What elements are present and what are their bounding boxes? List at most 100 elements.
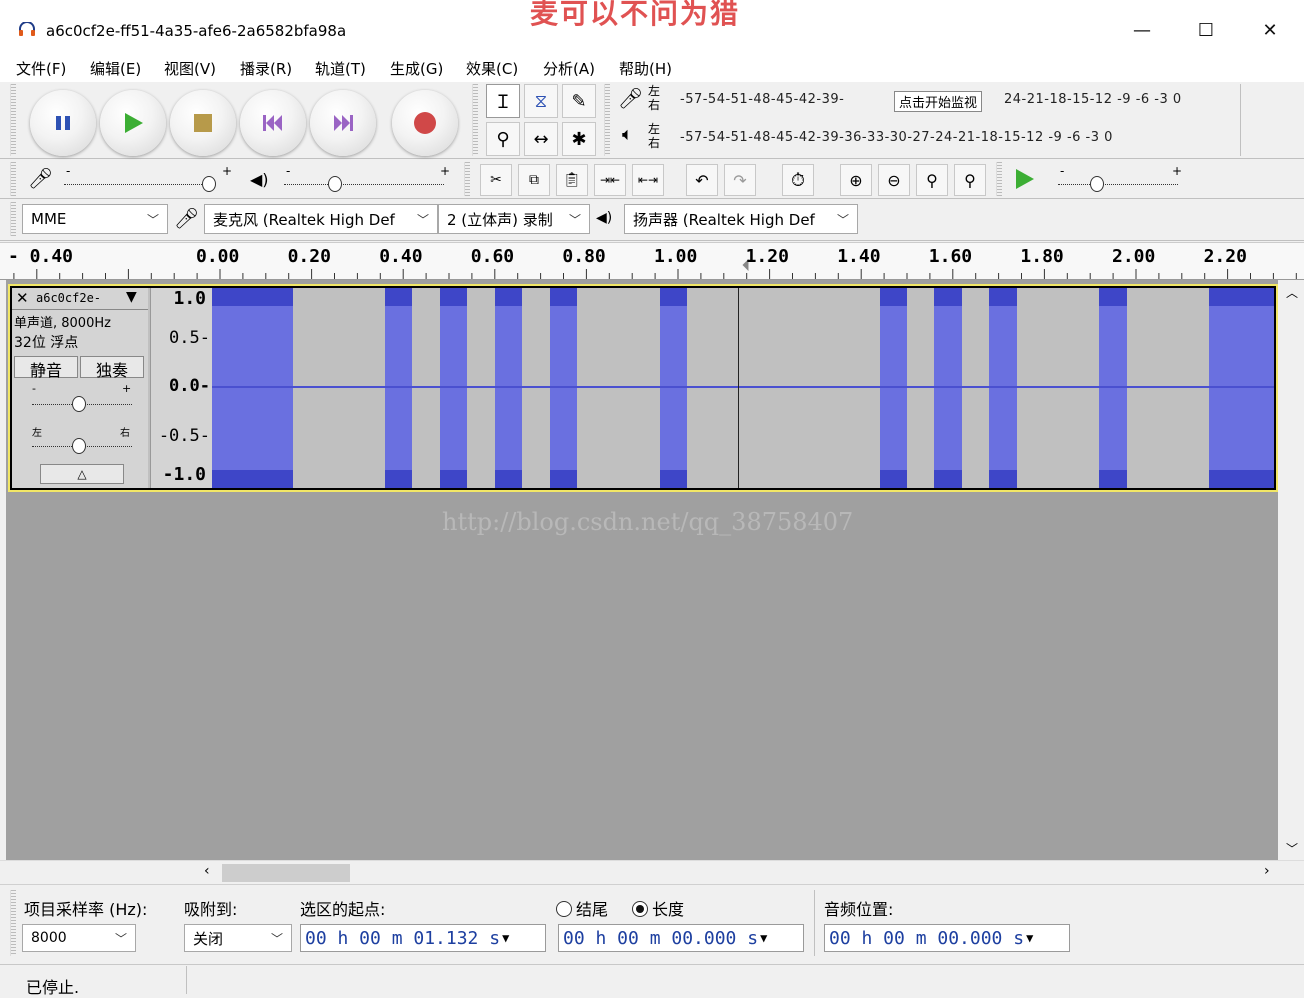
menu-tracks[interactable]: 轨道(T): [315, 58, 366, 79]
time-shift-tool[interactable]: ↔: [524, 122, 558, 156]
multi-tool[interactable]: ✱: [562, 122, 596, 156]
trim-button[interactable]: ⇥⇤: [594, 164, 626, 196]
paste-button[interactable]: 📋︎: [556, 164, 588, 196]
scale-label-bottom: -1.0: [162, 464, 206, 485]
minimize-button[interactable]: —: [1122, 12, 1162, 48]
scissors-icon: ✂: [490, 172, 502, 188]
audio-position-time[interactable]: 00 h 00 m 00.000 s ▼: [824, 924, 1070, 952]
skip-end-icon: [334, 115, 353, 131]
zoom-out-button[interactable]: ⊖: [878, 164, 910, 196]
zoom-in-button[interactable]: ⊕: [840, 164, 872, 196]
cut-button[interactable]: ✂: [480, 164, 512, 196]
sync-lock-button[interactable]: ⏱: [782, 164, 814, 196]
solo-button[interactable]: 独奏: [80, 356, 144, 380]
waveform-burst: [1209, 288, 1274, 488]
horizontal-scrollbar[interactable]: ‹ ›: [0, 860, 1304, 884]
envelope-tool[interactable]: ⧖: [524, 84, 558, 118]
menu-analyze[interactable]: 分析(A): [543, 58, 595, 79]
mute-button[interactable]: 静音: [14, 356, 78, 380]
project-rate-select[interactable]: 8000 ﹀: [22, 924, 136, 952]
ruler-tick-label: 1.80: [1020, 246, 1064, 267]
collapse-button[interactable]: △: [40, 464, 124, 484]
selection-start-time[interactable]: 00 h 00 m 01.132 s ▼: [300, 924, 546, 952]
pause-button[interactable]: [30, 90, 96, 156]
menu-file[interactable]: 文件(F): [16, 58, 66, 79]
maximize-button[interactable]: ☐: [1186, 12, 1226, 48]
ruler-tick-label: 0.60: [470, 246, 515, 267]
stop-icon: [194, 114, 212, 132]
end-radio-circle[interactable]: [556, 901, 572, 917]
scroll-down-icon[interactable]: ﹀: [1286, 840, 1298, 857]
stop-button[interactable]: [170, 90, 236, 156]
scroll-up-icon[interactable]: ︿: [1286, 284, 1298, 301]
selection-length-time[interactable]: 00 h 00 m 00.000 s ▼: [558, 924, 804, 952]
zoom-out-icon: ⊖: [887, 170, 901, 190]
selection-tool[interactable]: Ｉ: [486, 84, 520, 118]
play-button[interactable]: [100, 90, 166, 156]
skip-to-start-button[interactable]: [240, 90, 306, 156]
undo-button[interactable]: ↶: [686, 164, 718, 196]
fit-project-button[interactable]: ⚲: [954, 164, 986, 196]
snap-to-select[interactable]: 关闭 ﹀: [184, 924, 292, 952]
speed-slider[interactable]: [1058, 184, 1178, 185]
track-name[interactable]: a6c0cf2e-: [36, 291, 101, 305]
record-button[interactable]: [392, 90, 458, 156]
copy-button[interactable]: ⧉: [518, 164, 550, 196]
scroll-right-icon[interactable]: ›: [1264, 863, 1270, 879]
watermark-url: http://blog.csdn.net/qq_38758407: [442, 508, 854, 536]
waveform-burst: [879, 288, 907, 488]
gain-thumb[interactable]: [72, 396, 86, 412]
waveform-rms: [934, 306, 962, 470]
menu-view[interactable]: 视图(V): [164, 58, 216, 79]
channels-select[interactable]: 2 (立体声) 录制 ﹀: [438, 204, 590, 234]
pan-thumb[interactable]: [72, 438, 86, 454]
mic-device-select[interactable]: 麦克风 (Realtek High Def ﹀: [204, 204, 438, 234]
waveform-rms: [384, 306, 413, 470]
waveform-area[interactable]: [212, 288, 1274, 488]
length-radio[interactable]: 长度: [632, 896, 684, 920]
timer-icon: ⏱: [790, 169, 806, 191]
end-radio[interactable]: 结尾: [556, 896, 608, 920]
menu-help[interactable]: 帮助(H): [619, 58, 672, 79]
silence-button[interactable]: ⇤⇥: [632, 164, 664, 196]
snap-to-label: 吸附到:: [184, 900, 238, 919]
track-menu-chevron-icon[interactable]: ▼: [126, 289, 137, 305]
speed-thumb[interactable]: [1090, 176, 1104, 192]
draw-tool[interactable]: ✎: [562, 84, 596, 118]
track-close-icon[interactable]: ✕: [16, 289, 29, 307]
fit-selection-button[interactable]: ⚲: [916, 164, 948, 196]
time-format-dropdown-icon[interactable]: ▼: [502, 931, 509, 945]
scroll-left-icon[interactable]: ‹: [204, 863, 210, 879]
rec-plus-label: +: [222, 164, 233, 178]
close-button[interactable]: ✕: [1250, 12, 1290, 48]
mic-meter-icon[interactable]: 🎤︎: [618, 86, 643, 110]
fit-selection-icon: ⚲: [926, 170, 938, 190]
vertical-scrollbar[interactable]: ︿ ﹀: [1280, 280, 1304, 860]
time-format-dropdown-icon[interactable]: ▼: [1026, 931, 1033, 945]
horizontal-scroll-thumb[interactable]: [222, 864, 350, 882]
i-beam-icon: Ｉ: [494, 92, 512, 113]
menu-edit[interactable]: 编辑(E): [90, 58, 141, 79]
menu-transport[interactable]: 播录(R): [240, 58, 292, 79]
zoom-tool[interactable]: ⚲: [486, 122, 520, 156]
speaker-meter-icon[interactable]: 🔈︎: [622, 124, 633, 145]
rec-volume-slider[interactable]: [64, 184, 214, 185]
play-volume-slider[interactable]: [284, 184, 444, 185]
play-at-speed-button[interactable]: [1012, 166, 1038, 196]
host-select[interactable]: MME ﹀: [22, 204, 168, 234]
rec-volume-thumb[interactable]: [202, 176, 216, 192]
speaker-device-select[interactable]: 扬声器 (Realtek High Def ﹀: [624, 204, 858, 234]
redo-button[interactable]: ↷: [724, 164, 756, 196]
menu-effect[interactable]: 效果(C): [466, 58, 518, 79]
play-volume-thumb[interactable]: [328, 176, 342, 192]
time-format-dropdown-icon[interactable]: ▼: [760, 931, 767, 945]
waveform-burst: [989, 288, 1017, 488]
start-monitoring-label[interactable]: 点击开始监视: [894, 91, 983, 112]
length-radio-circle[interactable]: [632, 901, 648, 917]
waveform-burst: [439, 288, 468, 488]
skip-to-end-button[interactable]: [310, 90, 376, 156]
menu-generate[interactable]: 生成(G): [390, 58, 443, 79]
waveform-rms: [659, 306, 688, 470]
mic-volume-icon: 🎤︎: [28, 166, 54, 190]
pan-right-label: 右: [120, 428, 130, 439]
